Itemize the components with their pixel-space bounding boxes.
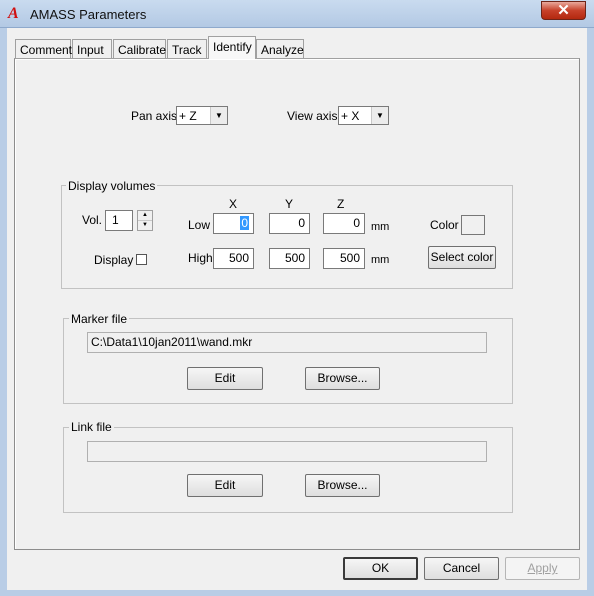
vol-spinner[interactable]: ▲ ▼ [137, 210, 153, 231]
spin-up-icon[interactable]: ▲ [138, 211, 152, 221]
cancel-button[interactable]: Cancel [424, 557, 499, 580]
amass-app-icon: A [8, 5, 19, 22]
window-frame-left [0, 28, 7, 596]
column-y-label: Y [285, 197, 294, 211]
close-button[interactable]: ✕ [541, 1, 586, 20]
tab-identify[interactable]: Identify [208, 36, 256, 59]
low-unit-label: mm [371, 221, 390, 233]
link-file-title: Link file [69, 420, 114, 434]
link-edit-button[interactable]: Edit [187, 474, 263, 497]
window-frame-bottom [0, 590, 594, 596]
display-checkbox[interactable] [136, 254, 147, 265]
display-label: Display [94, 253, 134, 267]
tab-analyze[interactable]: Analyze [256, 39, 304, 58]
high-z-input[interactable]: 500 [323, 248, 365, 269]
tab-track[interactable]: Track [167, 39, 207, 58]
pan-axis-label: Pan axis [131, 109, 178, 123]
marker-browse-button[interactable]: Browse... [305, 367, 380, 390]
marker-file-group [63, 318, 513, 404]
color-swatch [461, 215, 485, 235]
tab-input[interactable]: Input [72, 39, 112, 58]
low-x-value: 0 [240, 216, 249, 230]
column-x-label: X [229, 197, 238, 211]
chevron-down-icon[interactable]: ▼ [371, 107, 388, 124]
low-label: Low [188, 218, 211, 232]
marker-edit-button[interactable]: Edit [187, 367, 263, 390]
high-x-input[interactable]: 500 [213, 248, 254, 269]
vol-input[interactable]: 1 [105, 210, 133, 231]
high-label: High [188, 251, 213, 265]
vol-label: Vol. [82, 213, 103, 227]
tab-calibrate[interactable]: Calibrate [113, 39, 166, 58]
link-file-path [87, 441, 487, 462]
window-title: AMASS Parameters [30, 7, 147, 22]
marker-file-title: Marker file [69, 312, 130, 326]
view-axis-label: View axis [287, 109, 338, 123]
view-axis-value: + X [341, 109, 360, 123]
high-unit-label: mm [371, 254, 390, 266]
high-y-input[interactable]: 500 [269, 248, 310, 269]
pan-axis-select[interactable]: + Z ▼ [176, 106, 228, 125]
color-label: Color [430, 218, 459, 232]
low-x-input[interactable]: 0 [213, 213, 254, 234]
pan-axis-value: + Z [179, 109, 197, 123]
view-axis-select[interactable]: + X ▼ [338, 106, 389, 125]
spin-down-icon[interactable]: ▼ [138, 221, 152, 230]
display-volumes-title: Display volumes [66, 179, 158, 193]
low-y-input[interactable]: 0 [269, 213, 310, 234]
tab-comment[interactable]: Comment [15, 39, 72, 58]
link-file-group [63, 427, 513, 513]
column-z-label: Z [337, 197, 345, 211]
ok-button[interactable]: OK [343, 557, 418, 580]
window-frame-right [587, 28, 594, 596]
apply-button[interactable]: Apply [505, 557, 580, 580]
link-browse-button[interactable]: Browse... [305, 474, 380, 497]
select-color-button[interactable]: Select color [428, 246, 496, 269]
marker-file-path: C:\Data1\10jan2011\wand.mkr [87, 332, 487, 353]
low-z-input[interactable]: 0 [323, 213, 365, 234]
chevron-down-icon[interactable]: ▼ [210, 107, 227, 124]
